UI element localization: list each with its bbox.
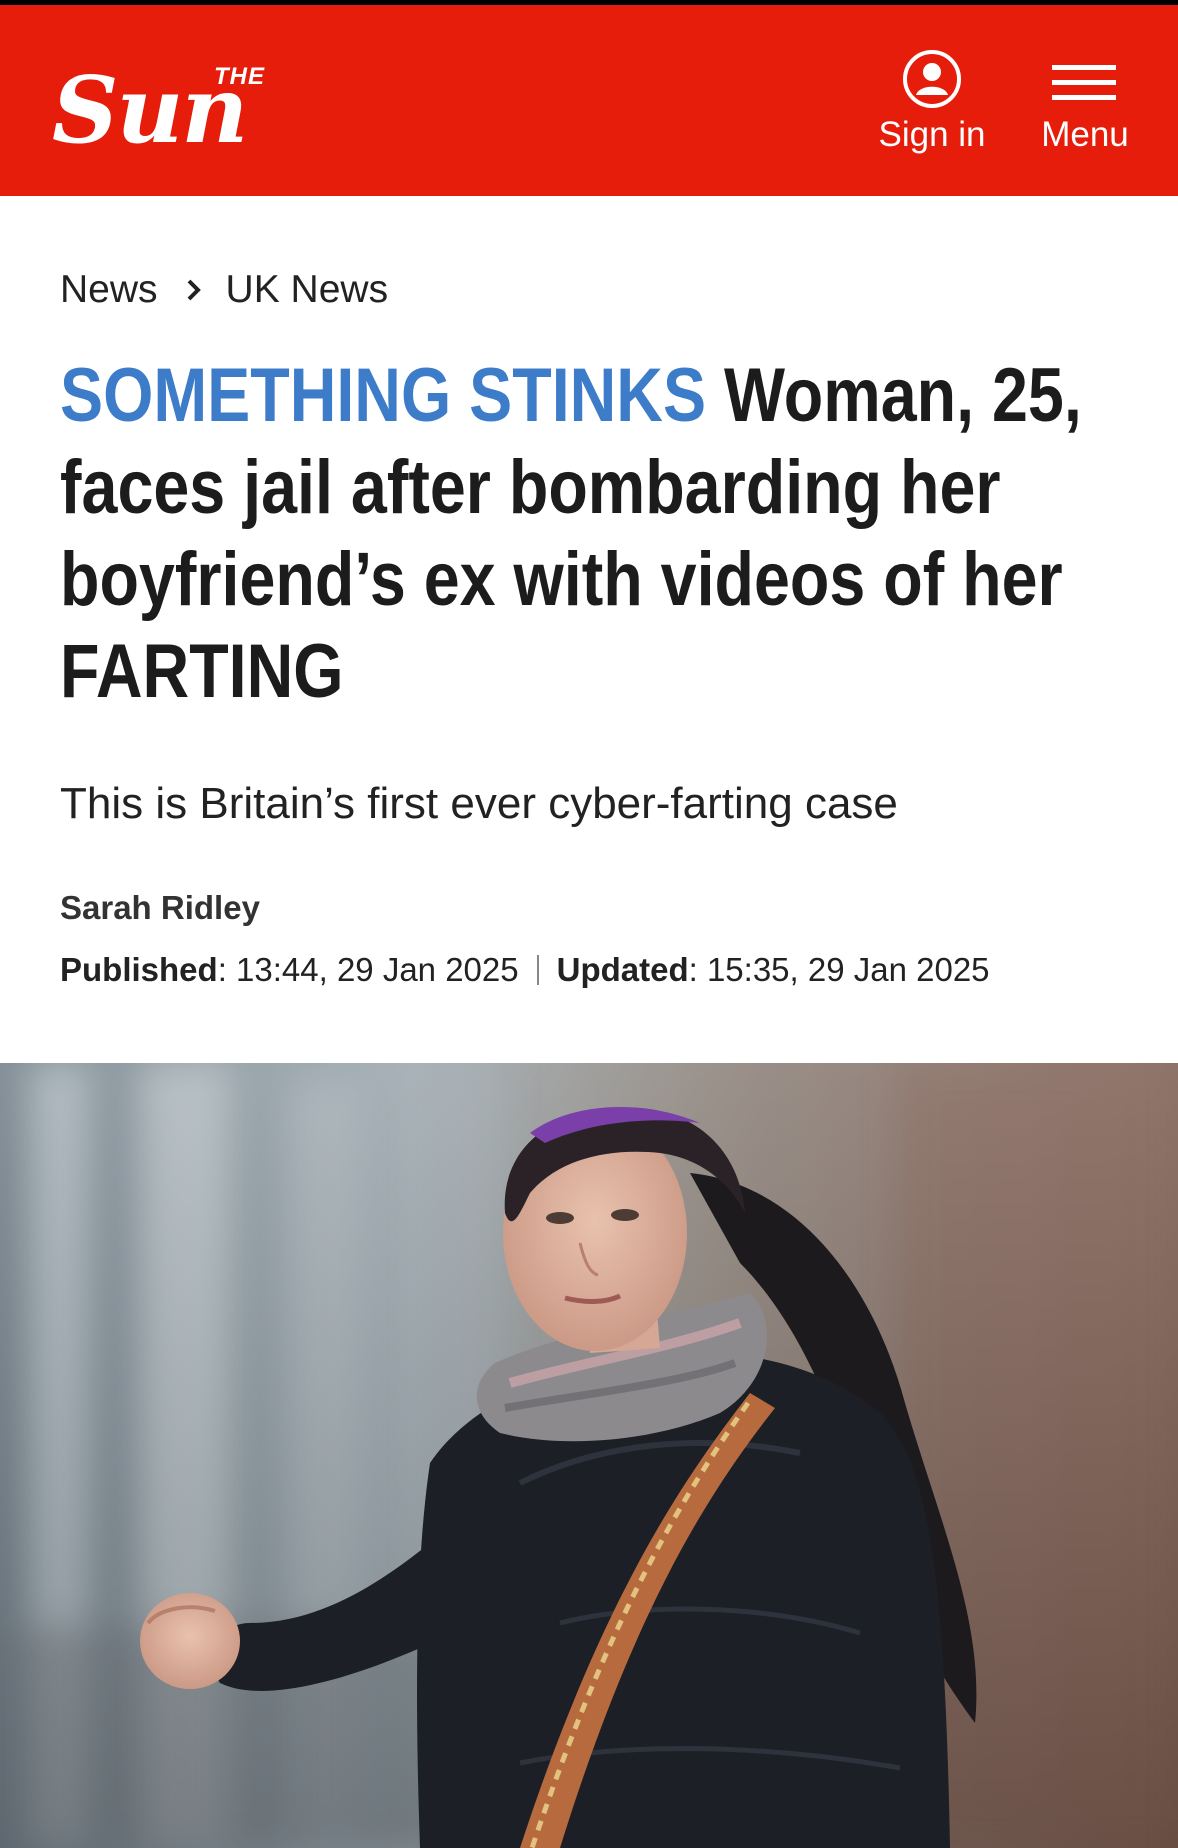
sign-in-label: Sign in <box>878 115 986 154</box>
date-divider <box>536 955 539 985</box>
author-name[interactable]: Sarah Ridley <box>60 889 260 927</box>
updated-date: : 15:35, 29 Jan 2025 <box>688 951 990 988</box>
article-standfirst: This is Britain’s first ever cyber-farti… <box>60 779 898 828</box>
breadcrumb-news-link[interactable]: News <box>60 268 158 312</box>
headline-kicker: SOMETHING STINKS <box>60 353 707 438</box>
menu-label: Menu <box>1041 115 1129 154</box>
hamburger-menu-icon <box>1052 65 1116 100</box>
site-header: Sun THE Sign in Menu <box>0 5 1178 196</box>
the-sun-logo[interactable]: Sun THE <box>52 55 332 165</box>
chevron-right-icon <box>187 279 201 301</box>
sign-in-button[interactable]: Sign in <box>872 47 992 167</box>
published-label: Published <box>60 951 218 988</box>
updated-label: Updated <box>556 951 689 988</box>
article-dates: Published: 13:44, 29 Jan 2025 Updated: 15… <box>60 951 990 989</box>
breadcrumb-uk-news-link[interactable]: UK News <box>226 268 389 312</box>
user-account-icon <box>903 50 961 108</box>
logo-the: THE <box>214 63 265 90</box>
breadcrumb: News UK News <box>60 266 388 314</box>
article-headline: SOMETHING STINKS Woman, 25, faces jail a… <box>60 350 1140 730</box>
lead-photo-image <box>0 1063 1178 1848</box>
article-lead-photo[interactable] <box>0 1063 1178 1848</box>
published-date: : 13:44, 29 Jan 2025 <box>217 951 519 988</box>
menu-button[interactable]: Menu <box>1030 47 1140 167</box>
